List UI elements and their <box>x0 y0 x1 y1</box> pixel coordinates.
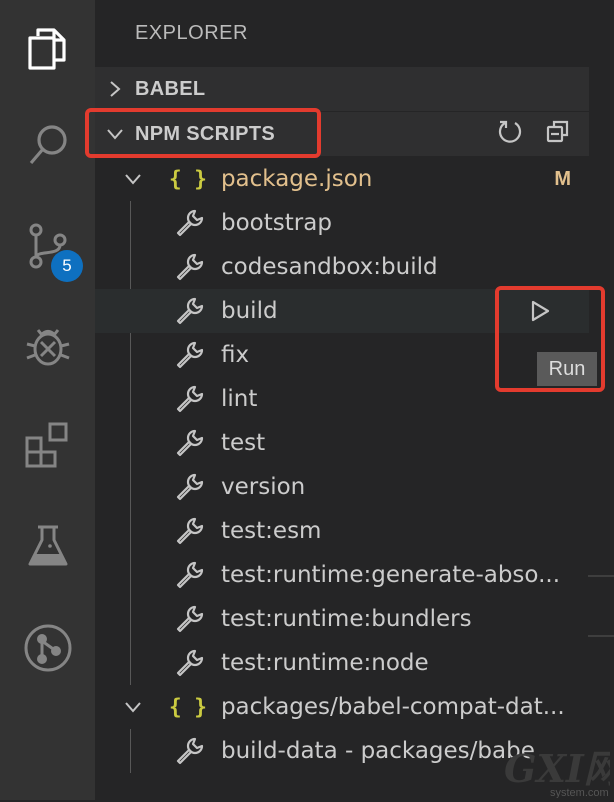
npm-script-label: test:runtime:bundlers <box>221 606 472 632</box>
json-file-icon: { } <box>169 167 207 191</box>
section-babel-label: BABEL <box>135 77 206 100</box>
npm-script-item[interactable]: bootstrap <box>95 201 589 245</box>
npm-script-item[interactable]: test:runtime:generate-abso... <box>95 553 589 597</box>
explorer-title: EXPLORER <box>135 22 248 44</box>
collapse-all-icon[interactable] <box>545 118 571 150</box>
extensions-icon[interactable] <box>0 405 95 485</box>
svg-text:system.com: system.com <box>550 787 609 798</box>
scm-badge: 5 <box>51 250 83 282</box>
wrench-icon <box>175 252 205 282</box>
testing-icon[interactable] <box>0 506 95 586</box>
npm-script-label: lint <box>221 386 258 412</box>
wrench-icon <box>175 516 205 546</box>
npm-script-label: build <box>221 298 278 324</box>
package-compat-label: packages/babel-compat-dat... <box>220 694 565 720</box>
annotation-box-npm-scripts <box>85 108 321 158</box>
wrench-icon <box>175 384 205 414</box>
npm-script-label: build-data - packages/babe <box>221 738 535 764</box>
wrench-icon <box>175 648 205 678</box>
chevron-right-icon <box>95 80 135 98</box>
scrollbar[interactable] <box>588 575 614 637</box>
svg-text:GXI网: GXI网 <box>504 746 610 791</box>
wrench-icon <box>175 736 205 766</box>
wrench-icon <box>175 208 205 238</box>
files-icon[interactable] <box>0 8 95 88</box>
npm-script-item[interactable]: test <box>95 421 589 465</box>
json-file-icon: { } <box>169 695 207 719</box>
npm-script-label: test <box>221 430 266 456</box>
npm-script-label: codesandbox:build <box>221 254 438 280</box>
npm-script-label: test:runtime:node <box>221 650 429 676</box>
modified-badge: M <box>554 167 571 190</box>
wrench-icon <box>175 340 205 370</box>
npm-script-item[interactable]: codesandbox:build <box>95 245 589 289</box>
refresh-icon[interactable] <box>497 118 523 150</box>
activity-bar: 5 <box>0 0 95 800</box>
wrench-icon <box>175 472 205 502</box>
npm-script-item[interactable]: test:esm <box>95 509 589 553</box>
search-icon[interactable] <box>0 105 95 185</box>
npm-script-label: version <box>221 474 306 500</box>
section-actions <box>497 112 589 156</box>
watermark: GXI网 system.com <box>502 742 614 799</box>
wrench-icon <box>175 296 205 326</box>
watermark-logo: GXI网 system.com <box>504 746 614 799</box>
chevron-down-icon <box>119 700 147 714</box>
wrench-icon <box>175 560 205 590</box>
tree-package-compat[interactable]: { } packages/babel-compat-dat... <box>95 685 589 729</box>
wrench-icon <box>175 428 205 458</box>
chevron-down-icon <box>119 172 147 186</box>
npm-script-label: bootstrap <box>221 210 332 236</box>
annotation-box-run <box>495 286 605 392</box>
tree-package-json[interactable]: { } package.json M <box>95 157 589 201</box>
npm-script-label: test:runtime:generate-abso... <box>221 562 561 588</box>
wrench-icon <box>175 604 205 634</box>
npm-script-item[interactable]: test:runtime:node <box>95 641 589 685</box>
package-json-label: package.json <box>220 166 373 192</box>
npm-script-item[interactable]: version <box>95 465 589 509</box>
section-babel[interactable]: BABEL <box>95 67 589 111</box>
git-graph-icon[interactable] <box>0 608 95 688</box>
npm-script-label: fix <box>221 342 250 368</box>
npm-script-label: test:esm <box>221 518 322 544</box>
npm-script-item[interactable]: test:runtime:bundlers <box>95 597 589 641</box>
debug-icon[interactable] <box>0 305 95 385</box>
